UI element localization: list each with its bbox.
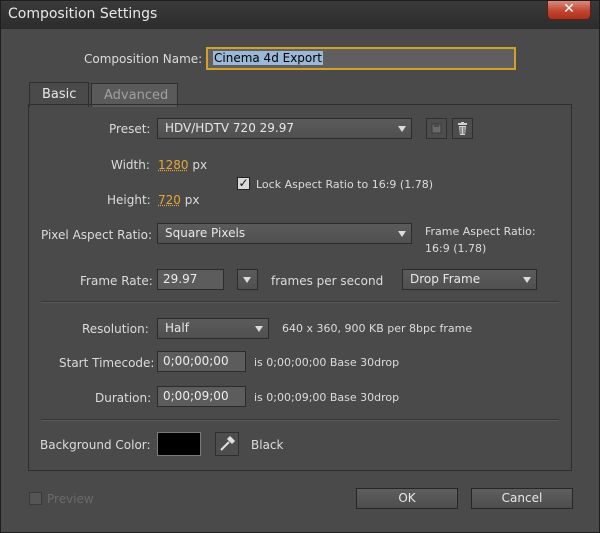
chevron-down-icon (398, 126, 406, 132)
window-title: Composition Settings (8, 6, 158, 22)
composition-settings-dialog: Composition Settings ✕ Composition Name:… (0, 0, 600, 533)
eyedropper-button[interactable] (215, 432, 239, 456)
height-field[interactable]: 720 px (158, 193, 199, 207)
pixel-aspect-dropdown[interactable]: Square Pixels (157, 223, 412, 244)
save-icon (431, 123, 442, 134)
width-label: Width: (111, 158, 150, 172)
frames-per-second-label: frames per second (271, 274, 384, 288)
resolution-label: Resolution: (82, 322, 149, 336)
duration-info: is 0;00;09;00 Base 30drop (254, 391, 400, 404)
trash-icon (458, 122, 467, 135)
frame-rate-dropdown-button[interactable] (237, 269, 258, 290)
title-bar[interactable]: Composition Settings ✕ (1, 1, 599, 29)
divider (41, 301, 559, 303)
ok-button[interactable]: OK (356, 488, 458, 509)
chevron-down-icon (398, 231, 406, 237)
drop-frame-dropdown[interactable]: Drop Frame (402, 269, 537, 290)
frame-rate-label: Frame Rate: (80, 274, 153, 288)
background-color-swatch[interactable] (157, 432, 201, 456)
preview-label: Preview (47, 492, 94, 506)
cancel-button[interactable]: Cancel (471, 488, 573, 509)
divider (41, 419, 559, 421)
resolution-info: 640 x 360, 900 KB per 8bpc frame (282, 322, 473, 335)
duration-input[interactable]: 0;00;09;00 (157, 386, 246, 407)
width-value[interactable]: 1280 (158, 158, 189, 172)
resolution-dropdown[interactable]: Half (157, 318, 269, 339)
height-label: Height: (107, 193, 151, 207)
frame-rate-input[interactable]: 29.97 (157, 269, 224, 290)
chevron-down-icon (243, 277, 251, 283)
width-unit: px (192, 158, 208, 172)
preset-value: HDV/HDTV 720 29.97 (165, 121, 294, 135)
duration-label: Duration: (95, 391, 152, 405)
resolution-value: Half (165, 321, 189, 335)
lock-aspect-checkbox[interactable]: ✓ (237, 177, 250, 190)
preview-checkbox[interactable] (29, 492, 42, 505)
background-color-label: Background Color: (40, 438, 151, 452)
chevron-down-icon (523, 277, 531, 283)
preset-dropdown[interactable]: HDV/HDTV 720 29.97 (157, 118, 412, 139)
composition-name-label: Composition Name: (84, 52, 203, 66)
start-timecode-label: Start Timecode: (59, 356, 155, 370)
pixel-aspect-value: Square Pixels (165, 226, 246, 240)
height-unit: px (184, 193, 200, 207)
frame-aspect-value: 16:9 (1.78) (425, 242, 487, 255)
preset-label: Preset: (109, 122, 151, 136)
lock-aspect-label: Lock Aspect Ratio to 16:9 (1.78) (256, 178, 433, 191)
pixel-aspect-label: Pixel Aspect Ratio: (41, 228, 152, 242)
composition-name-value: Cinema 4d Export (213, 51, 323, 65)
delete-preset-button[interactable] (452, 118, 473, 139)
background-color-name: Black (251, 438, 284, 452)
start-timecode-info: is 0;00;00;00 Base 30drop (254, 356, 400, 369)
frame-aspect-label: Frame Aspect Ratio: (425, 225, 536, 238)
save-preset-button[interactable] (426, 118, 447, 139)
drop-frame-value: Drop Frame (410, 272, 481, 286)
eyedropper-icon (220, 435, 236, 451)
composition-name-input[interactable]: Cinema 4d Export (206, 47, 516, 70)
close-button[interactable]: ✕ (547, 1, 591, 20)
width-field[interactable]: 1280 px (158, 158, 207, 172)
start-timecode-input[interactable]: 0;00;00;00 (157, 351, 246, 372)
height-value[interactable]: 720 (158, 193, 181, 207)
chevron-down-icon (255, 326, 263, 332)
